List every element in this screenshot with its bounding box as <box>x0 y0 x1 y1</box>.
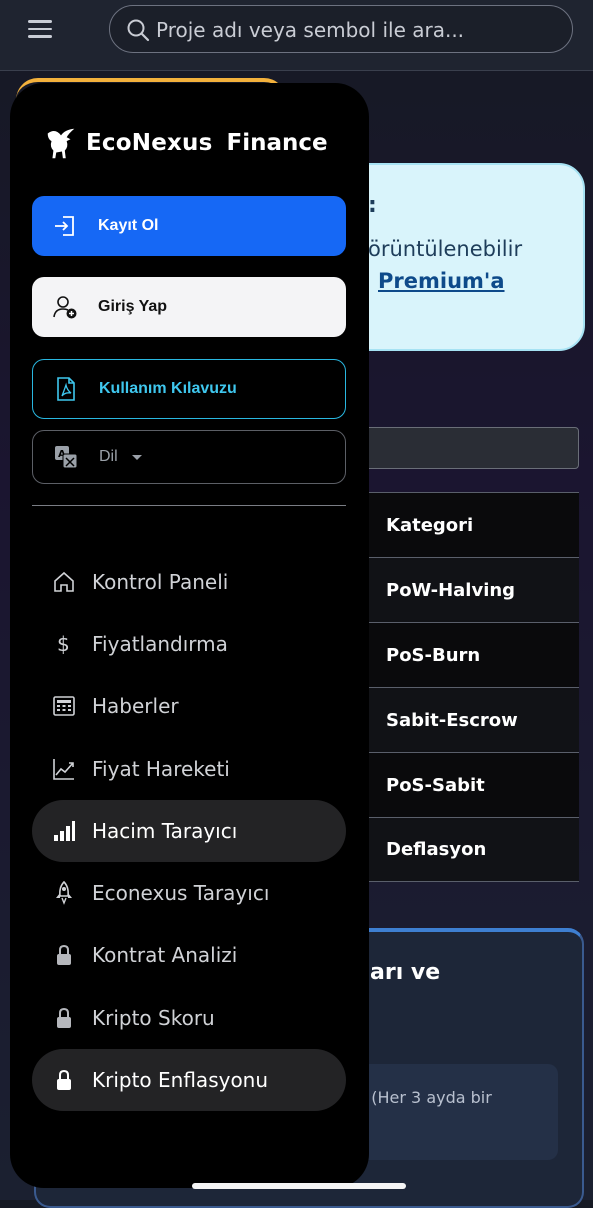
nav-label: Hacim Tarayıcı <box>92 819 238 843</box>
info-card-text: 5 (Her 3 ayda bir <box>356 1088 492 1107</box>
nav-label: Kripto Enflasyonu <box>92 1068 269 1092</box>
user-add-icon <box>53 296 77 319</box>
lock-icon <box>52 943 76 967</box>
nav-label: Kripto Skoru <box>92 1006 215 1030</box>
login-button[interactable]: Giriş Yap <box>32 277 346 337</box>
nav-item-crypto-score[interactable]: Kripto Skoru <box>32 987 346 1049</box>
nav-item-pricing[interactable]: $ Fiyatlandırma <box>32 613 346 675</box>
table-row: Deflasyon <box>358 817 579 882</box>
search-bar[interactable] <box>109 5 573 53</box>
nav-label: Kontrat Analizi <box>92 943 238 967</box>
search-input[interactable] <box>154 14 558 46</box>
nav-item-contract-analysis[interactable]: Kontrat Analizi <box>32 924 346 986</box>
table-row: PoS-Sabit <box>358 752 579 817</box>
navigation-drawer: EcoNexus Finance Kayıt Ol Giriş Yap Kull… <box>10 83 369 1188</box>
nav-label: Kontrol Paneli <box>92 570 229 594</box>
rocket-icon <box>52 881 76 905</box>
pdf-file-icon <box>57 377 75 401</box>
info-card-title: arı ve <box>370 960 441 985</box>
sign-in-icon <box>55 216 74 236</box>
brand-suffix: Finance <box>226 130 328 156</box>
user-guide-label: Kullanım Kılavuzu <box>99 380 237 397</box>
brand-logo[interactable]: EcoNexus Finance <box>42 123 328 163</box>
svg-text:$: $ <box>57 632 70 656</box>
nav-item-price-movement[interactable]: Fiyat Hareketi <box>32 738 346 800</box>
table-row: PoW-Halving <box>358 557 579 622</box>
signal-bars-icon <box>52 819 76 843</box>
pegasus-logo-icon <box>47 128 75 159</box>
lock-icon <box>52 1068 76 1092</box>
language-select[interactable]: A Dil <box>32 430 346 484</box>
brand-name: EcoNexus <box>86 130 213 156</box>
calculator-icon <box>52 694 76 718</box>
drawer-divider <box>32 505 346 506</box>
table-row: Kategori <box>358 492 579 557</box>
nav-label: Econexus Tarayıcı <box>92 881 270 905</box>
chart-line-icon <box>52 757 76 781</box>
premium-card-line2: örüntülenebilir <box>368 237 523 261</box>
language-label: Dil <box>99 448 118 465</box>
nav-label: Haberler <box>92 694 179 718</box>
premium-card-line1: : <box>368 193 377 218</box>
nav-item-econexus-scanner[interactable]: Econexus Tarayıcı <box>32 862 346 924</box>
register-button[interactable]: Kayıt Ol <box>32 196 346 256</box>
login-label: Giriş Yap <box>98 298 168 315</box>
nav-item-news[interactable]: Haberler <box>32 675 346 737</box>
nav-label: Fiyatlandırma <box>92 632 228 656</box>
table-row: PoS-Burn <box>358 622 579 687</box>
home-indicator[interactable] <box>192 1183 406 1189</box>
lock-icon <box>52 1006 76 1030</box>
nav-item-volume-scanner[interactable]: Hacim Tarayıcı <box>32 800 346 862</box>
home-icon <box>52 570 76 594</box>
hamburger-menu-icon[interactable] <box>28 20 52 40</box>
search-icon <box>127 19 150 42</box>
category-table: Kategori PoW-Halving PoS-Burn Sabit-Escr… <box>358 492 579 882</box>
nav-item-crypto-inflation[interactable]: Kripto Enflasyonu <box>32 1049 346 1111</box>
translate-icon: A <box>55 446 78 469</box>
nav-item-dashboard[interactable]: Kontrol Paneli <box>32 551 346 613</box>
table-row: Sabit-Escrow <box>358 687 579 752</box>
info-card-detail: 5 (Her 3 ayda bir <box>352 1064 558 1160</box>
background-filter-input[interactable] <box>360 427 579 469</box>
chevron-down-icon <box>131 454 142 460</box>
user-guide-button[interactable]: Kullanım Kılavuzu <box>32 359 346 419</box>
premium-link[interactable]: Premium'a <box>378 269 505 293</box>
dollar-icon: $ <box>52 632 76 656</box>
top-bar <box>0 0 593 71</box>
nav-label: Fiyat Hareketi <box>92 757 230 781</box>
register-label: Kayıt Ol <box>98 217 159 234</box>
